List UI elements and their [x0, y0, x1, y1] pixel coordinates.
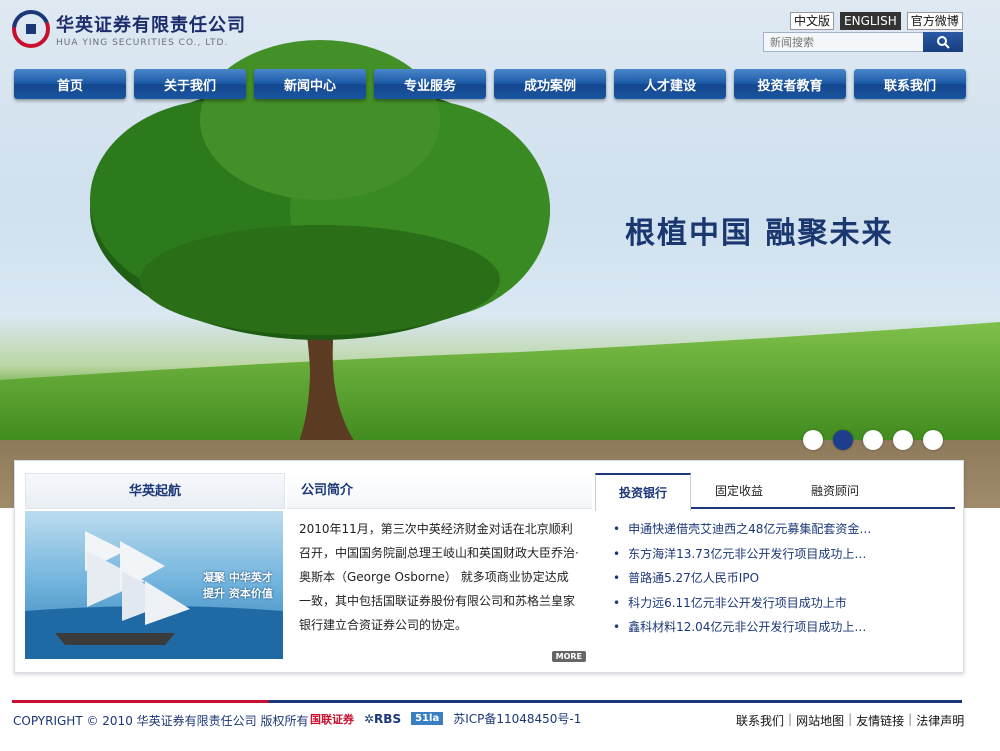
panel-launch: 华英起航 凝聚 中华英才 提升 资本价值: [25, 473, 285, 668]
panel-launch-title: 华英起航: [25, 473, 285, 509]
footer-link-contact[interactable]: 联系我们: [736, 712, 784, 729]
carousel-dot[interactable]: [893, 430, 913, 450]
footer-divider: [12, 700, 962, 703]
news-item[interactable]: 东方海洋13.73亿元非公开发行项目成功上…: [613, 542, 955, 567]
news-tabs: 投资银行 固定收益 融资顾问: [595, 473, 955, 511]
footer-links: 联系我们 | 网站地图 | 友情链接 | 法律声明: [736, 712, 964, 729]
partner-guolian-logo[interactable]: 国联证券: [310, 711, 354, 727]
nav-services[interactable]: 专业服务: [374, 69, 486, 99]
footer-separator: |: [908, 712, 913, 726]
stats-badge[interactable]: 51la: [411, 712, 444, 725]
nav-news[interactable]: 新闻中心: [254, 69, 366, 99]
carousel-dot[interactable]: [863, 430, 883, 450]
news-item[interactable]: 科力远6.11亿元非公开发行项目成功上市: [613, 591, 955, 616]
footer-link-friends[interactable]: 友情链接: [856, 712, 904, 729]
search-button[interactable]: [923, 32, 963, 52]
carousel-dots: [803, 430, 943, 450]
logo-mark-icon: [12, 10, 50, 48]
company-name-cn: 华英证券有限责任公司: [56, 14, 246, 36]
icp-license[interactable]: 苏ICP备11048450号-1: [453, 710, 581, 727]
content-panels: 华英起航 凝聚 中华英才 提升 资本价值 公司简介 2010年11月，第三次中英…: [14, 460, 964, 673]
launch-caption-line2: 提升 资本价值: [203, 587, 273, 600]
carousel-dot-active[interactable]: [833, 430, 853, 450]
search-input[interactable]: [763, 32, 923, 52]
news-search: [763, 32, 963, 52]
official-weibo-link[interactable]: 官方微博: [906, 12, 963, 30]
partner-rbs-logo[interactable]: ✲RBS: [364, 712, 401, 726]
copyright-text: COPYRIGHT © 2010 华英证券有限责任公司 版权所有: [13, 714, 309, 728]
nav-contact[interactable]: 联系我们: [854, 69, 966, 99]
news-item[interactable]: 普路通5.27亿人民币IPO: [613, 566, 955, 591]
nav-cases[interactable]: 成功案例: [494, 69, 606, 99]
search-icon: [937, 36, 950, 49]
panel-news: 投资银行 固定收益 融资顾问 申通快递借壳艾迪西之48亿元募集配套资金… 东方海…: [595, 473, 955, 668]
footer-link-sitemap[interactable]: 网站地图: [796, 712, 844, 729]
news-item[interactable]: 申通快递借壳艾迪西之48亿元募集配套资金…: [613, 517, 955, 542]
company-logo[interactable]: 华英证券有限责任公司 HUA YING SECURITIES CO., LTD.: [12, 10, 246, 48]
lang-english[interactable]: ENGLISH: [840, 12, 901, 30]
footer-link-legal[interactable]: 法律声明: [916, 712, 964, 729]
news-list: 申通快递借壳艾迪西之48亿元募集配套资金… 东方海洋13.73亿元非公开发行项目…: [595, 509, 955, 640]
hero-slogan: 根植中国 融聚未来: [625, 216, 894, 251]
main-nav: 首页 关于我们 新闻中心 专业服务 成功案例 人才建设 投资者教育 联系我们: [14, 69, 966, 99]
tab-financing-advisory[interactable]: 融资顾问: [787, 473, 883, 507]
footer-separator: |: [848, 712, 853, 726]
company-name-en: HUA YING SECURITIES CO., LTD.: [56, 37, 229, 48]
nav-investor-education[interactable]: 投资者教育: [734, 69, 846, 99]
nav-home[interactable]: 首页: [14, 69, 126, 99]
more-button[interactable]: MORE: [551, 651, 586, 662]
sailing-ship-image[interactable]: 凝聚 中华英才 提升 资本价值: [25, 511, 283, 659]
footer-separator: |: [788, 712, 793, 726]
panel-intro-title: 公司简介: [287, 473, 592, 509]
tab-investment-banking[interactable]: 投资银行: [595, 473, 691, 511]
carousel-dot[interactable]: [803, 430, 823, 450]
nav-talent[interactable]: 人才建设: [614, 69, 726, 99]
panel-intro: 公司简介 2010年11月，第三次中英经济财金对话在北京顺利召开，中国国务院副总…: [287, 473, 592, 668]
news-item[interactable]: 鑫科材料12.04亿元非公开发行项目成功上…: [613, 615, 955, 640]
tab-fixed-income[interactable]: 固定收益: [691, 473, 787, 507]
intro-body-text: 2010年11月，第三次中英经济财金对话在北京顺利召开，中国国务院副总理王岐山和…: [299, 522, 579, 632]
launch-caption-line1: 凝聚 中华英才: [203, 571, 273, 584]
nav-about[interactable]: 关于我们: [134, 69, 246, 99]
carousel-dot[interactable]: [923, 430, 943, 450]
lang-chinese[interactable]: 中文版: [790, 12, 835, 30]
language-switcher: 中文版 ENGLISH 官方微博: [790, 12, 963, 30]
partner-logos: 国联证券 ✲RBS 51la 苏ICP备11048450号-1: [310, 710, 581, 727]
